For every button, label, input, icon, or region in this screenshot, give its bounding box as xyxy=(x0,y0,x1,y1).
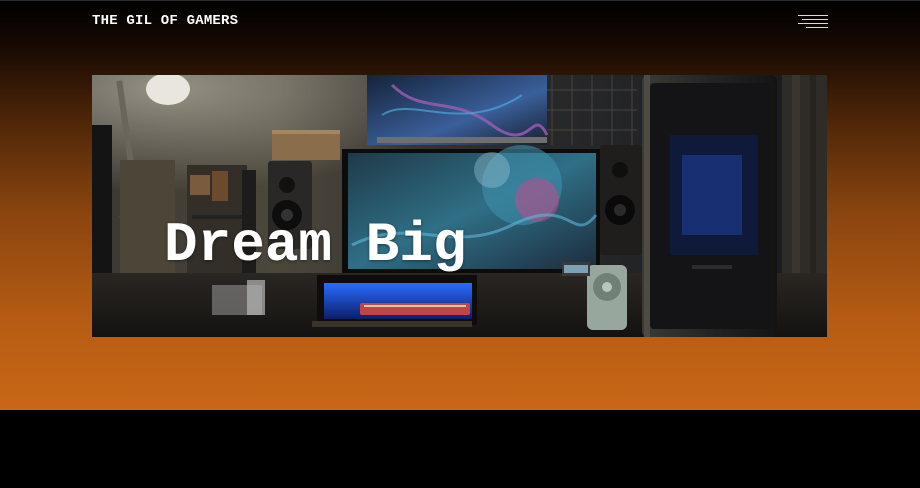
hero-banner: Dream Big xyxy=(92,75,827,337)
site-brand[interactable]: THE GIL OF GAMERS xyxy=(92,13,238,29)
footer-band xyxy=(0,410,920,488)
hero-title: Dream Big xyxy=(164,213,467,277)
top-border xyxy=(0,0,920,1)
menu-line xyxy=(798,23,828,24)
menu-line xyxy=(802,19,828,20)
hero-image xyxy=(92,75,827,337)
hamburger-menu-icon[interactable] xyxy=(796,14,828,30)
menu-line xyxy=(806,27,828,28)
menu-line xyxy=(798,15,828,16)
page-background: THE GIL OF GAMERS Dream Big xyxy=(0,0,920,410)
